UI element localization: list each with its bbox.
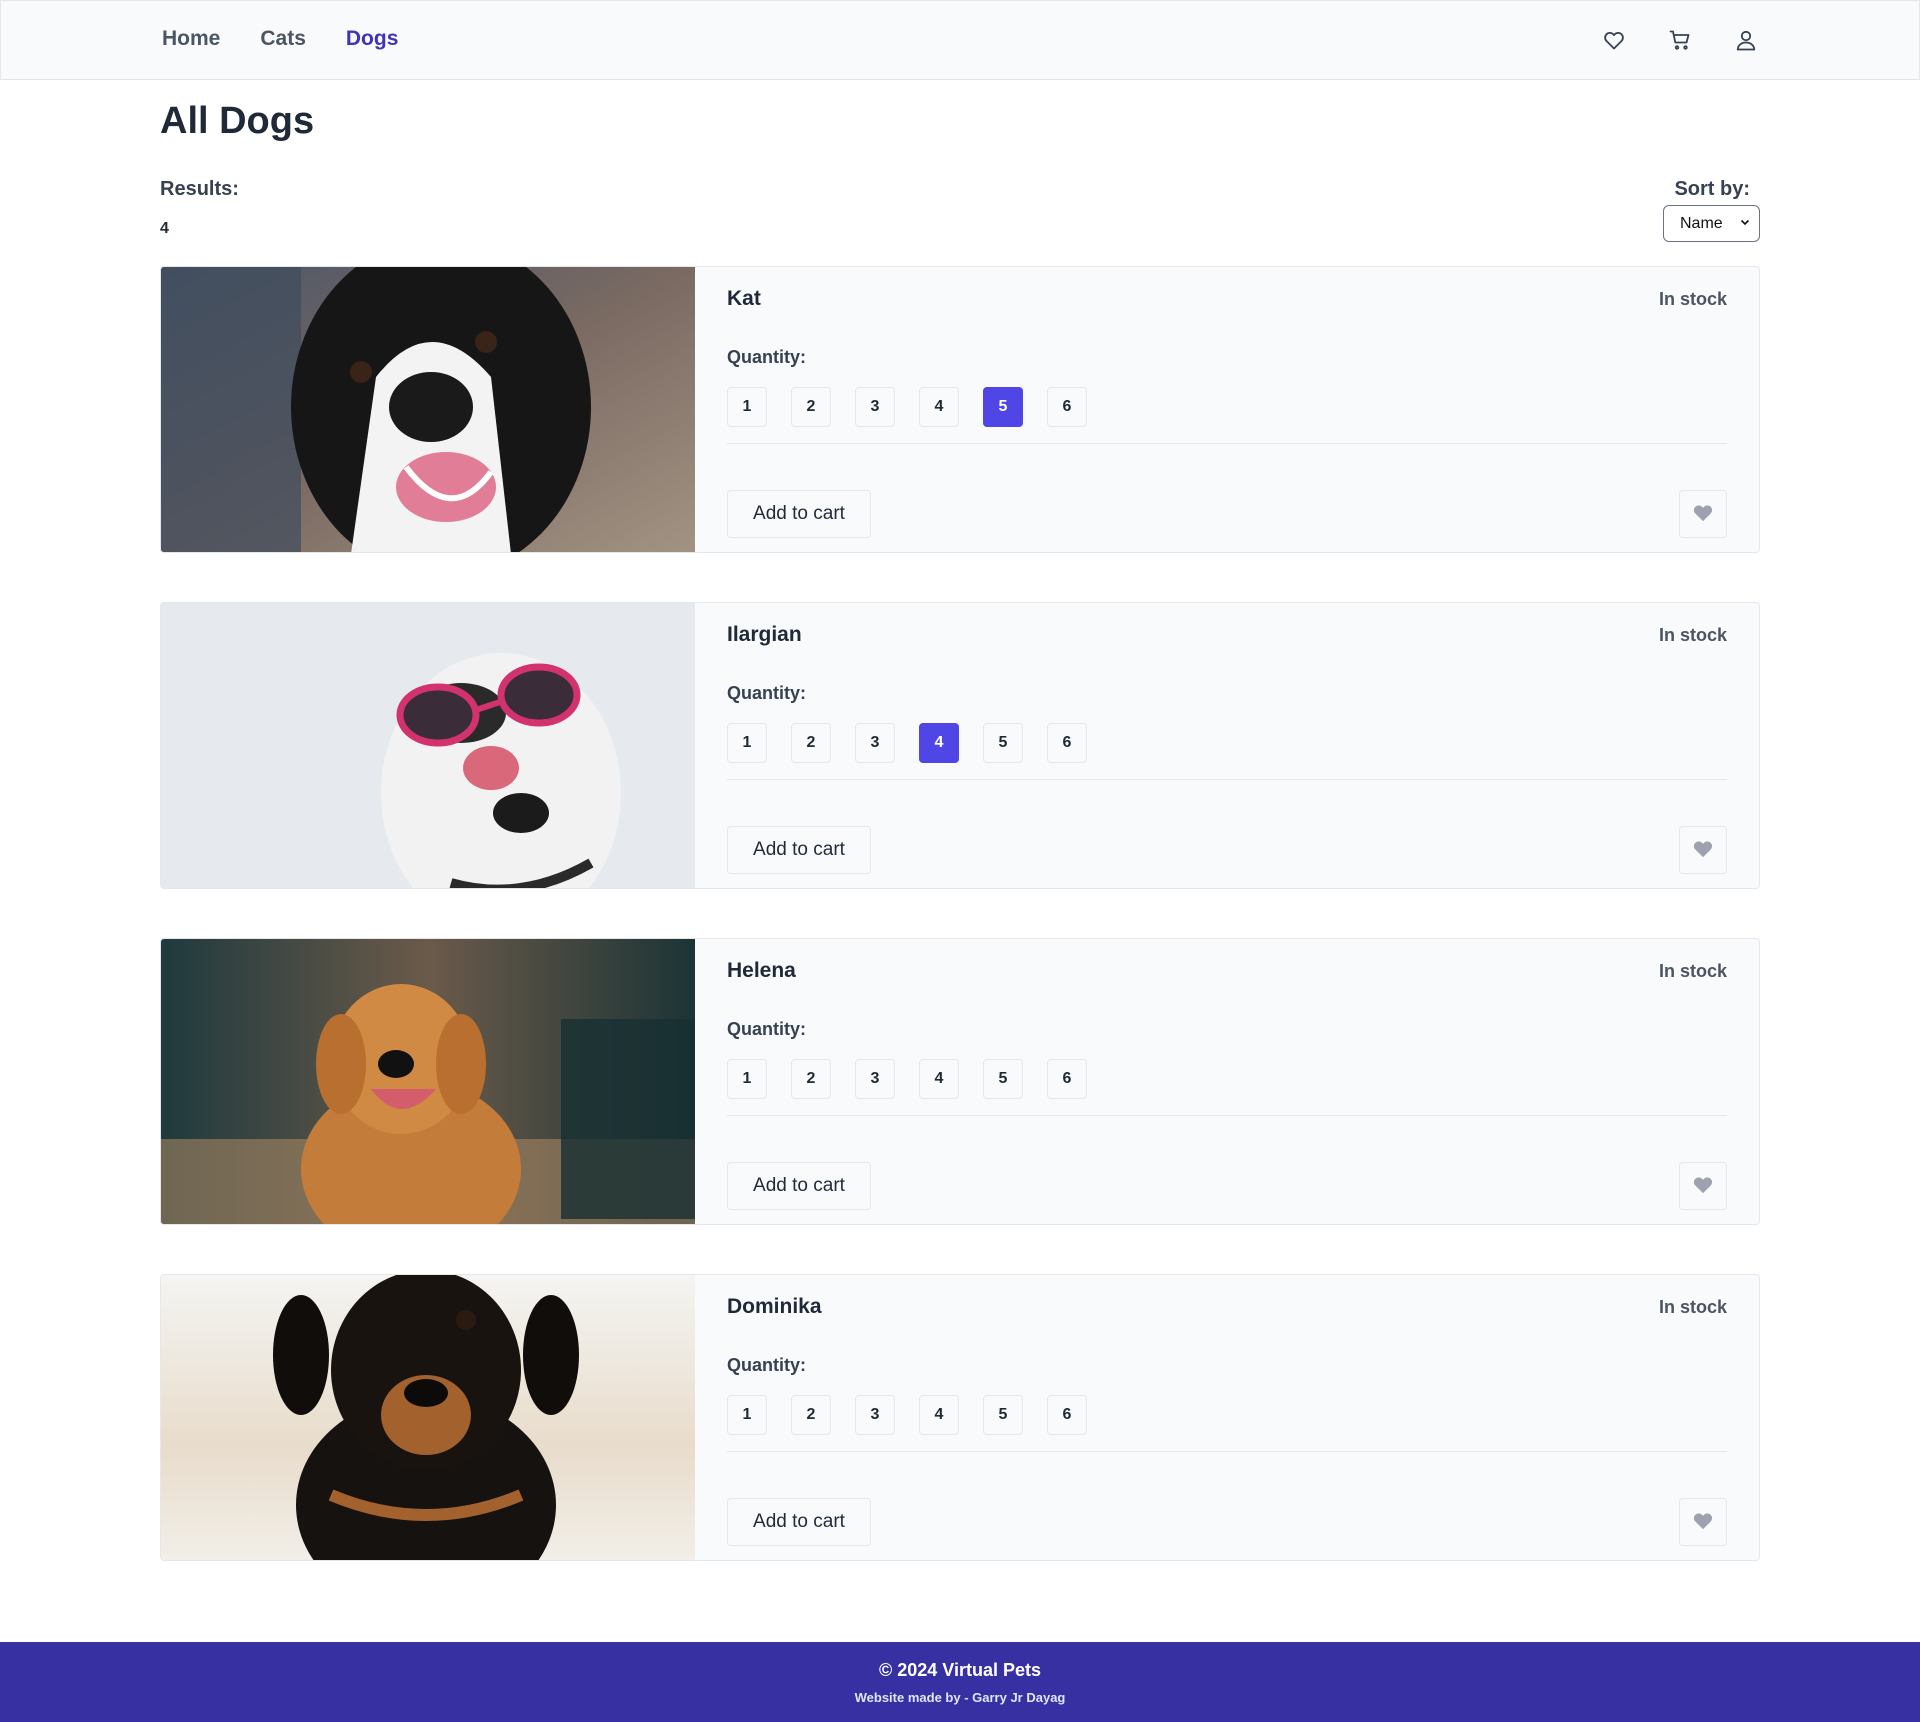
stock-status: In stock xyxy=(1658,289,1727,309)
pet-name: Kat xyxy=(727,287,761,310)
pet-image xyxy=(161,603,695,888)
top-navbar: Home Cats Dogs xyxy=(0,0,1920,80)
heart-filled-icon xyxy=(1692,838,1714,863)
cart-icon[interactable] xyxy=(1665,25,1695,55)
quantity-options: 1 2 3 4 5 6 xyxy=(727,723,1087,763)
pet-card-body: Kat In stock Quantity: 1 2 3 4 5 6 Add t… xyxy=(695,267,1759,552)
quantity-option[interactable]: 1 xyxy=(727,1395,767,1435)
pet-card: Helena In stock Quantity: 1 2 3 4 5 6 Ad… xyxy=(160,938,1760,1225)
nav-link-home[interactable]: Home xyxy=(162,27,220,51)
pet-name: Ilargian xyxy=(727,623,802,646)
sort-label: Sort by: xyxy=(1674,178,1750,200)
quantity-options: 1 2 3 4 5 6 xyxy=(727,1059,1087,1099)
nav-links: Home Cats Dogs xyxy=(162,27,398,51)
quantity-option[interactable]: 2 xyxy=(791,387,831,427)
quantity-option-selected[interactable]: 5 xyxy=(983,387,1023,427)
heart-icon[interactable] xyxy=(1599,25,1629,55)
quantity-option[interactable]: 3 xyxy=(855,1059,895,1099)
add-to-cart-button[interactable]: Add to cart xyxy=(727,1498,871,1546)
quantity-option[interactable]: 6 xyxy=(1047,387,1087,427)
divider xyxy=(727,1451,1727,1452)
quantity-label: Quantity: xyxy=(727,347,806,367)
nav-link-dogs[interactable]: Dogs xyxy=(346,27,399,51)
user-icon[interactable] xyxy=(1731,25,1761,55)
nav-icons xyxy=(1599,25,1761,55)
pet-image xyxy=(161,939,695,1224)
quantity-option[interactable]: 6 xyxy=(1047,1059,1087,1099)
page-title: All Dogs xyxy=(160,100,315,142)
divider xyxy=(727,443,1727,444)
quantity-option[interactable]: 4 xyxy=(919,387,959,427)
divider xyxy=(727,1115,1727,1116)
footer: © 2024 Virtual Pets Website made by - Ga… xyxy=(0,1642,1920,1722)
results-label: Results: xyxy=(160,178,239,200)
pet-card-body: Helena In stock Quantity: 1 2 3 4 5 6 Ad… xyxy=(695,939,1759,1224)
quantity-option[interactable]: 3 xyxy=(855,723,895,763)
nav-link-cats[interactable]: Cats xyxy=(260,27,306,51)
add-to-cart-button[interactable]: Add to cart xyxy=(727,826,871,874)
pet-image xyxy=(161,267,695,552)
quantity-option[interactable]: 1 xyxy=(727,1059,767,1099)
pet-name: Helena xyxy=(727,959,796,982)
favorite-button[interactable] xyxy=(1679,1162,1727,1210)
sort-selected-value: Name xyxy=(1680,214,1723,232)
quantity-options: 1 2 3 4 5 6 xyxy=(727,387,1087,427)
stock-status: In stock xyxy=(1658,961,1727,981)
stock-status: In stock xyxy=(1658,625,1727,645)
quantity-option[interactable]: 3 xyxy=(855,387,895,427)
pet-card-body: Dominika In stock Quantity: 1 2 3 4 5 6 … xyxy=(695,1275,1759,1560)
quantity-option[interactable]: 6 xyxy=(1047,1395,1087,1435)
pet-name: Dominika xyxy=(727,1295,822,1318)
quantity-option[interactable]: 4 xyxy=(919,1059,959,1099)
quantity-option[interactable]: 5 xyxy=(983,723,1023,763)
quantity-option[interactable]: 6 xyxy=(1047,723,1087,763)
pet-card: Kat In stock Quantity: 1 2 3 4 5 6 Add t… xyxy=(160,266,1760,553)
quantity-options: 1 2 3 4 5 6 xyxy=(727,1395,1087,1435)
favorite-button[interactable] xyxy=(1679,826,1727,874)
quantity-option-selected[interactable]: 4 xyxy=(919,723,959,763)
quantity-label: Quantity: xyxy=(727,1355,806,1375)
heart-filled-icon xyxy=(1692,1174,1714,1199)
heart-filled-icon xyxy=(1692,502,1714,527)
favorite-button[interactable] xyxy=(1679,490,1727,538)
quantity-label: Quantity: xyxy=(727,1019,806,1039)
divider xyxy=(727,779,1727,780)
stock-status: In stock xyxy=(1658,1297,1727,1317)
quantity-option[interactable]: 3 xyxy=(855,1395,895,1435)
pet-image xyxy=(161,1275,695,1560)
quantity-option[interactable]: 4 xyxy=(919,1395,959,1435)
quantity-option[interactable]: 5 xyxy=(983,1395,1023,1435)
quantity-option[interactable]: 2 xyxy=(791,1395,831,1435)
quantity-option[interactable]: 1 xyxy=(727,387,767,427)
pet-card: Dominika In stock Quantity: 1 2 3 4 5 6 … xyxy=(160,1274,1760,1561)
quantity-option[interactable]: 2 xyxy=(791,723,831,763)
pet-card: Ilargian In stock Quantity: 1 2 3 4 5 6 … xyxy=(160,602,1760,889)
quantity-label: Quantity: xyxy=(727,683,806,703)
sort-select[interactable]: Name xyxy=(1663,205,1760,242)
heart-filled-icon xyxy=(1692,1510,1714,1535)
chevron-down-icon xyxy=(1739,215,1751,233)
quantity-option[interactable]: 5 xyxy=(983,1059,1023,1099)
results-count: 4 xyxy=(160,220,169,237)
add-to-cart-button[interactable]: Add to cart xyxy=(727,490,871,538)
quantity-option[interactable]: 2 xyxy=(791,1059,831,1099)
pet-card-body: Ilargian In stock Quantity: 1 2 3 4 5 6 … xyxy=(695,603,1759,888)
footer-credit: Website made by - Garry Jr Dayag xyxy=(854,1690,1066,1705)
add-to-cart-button[interactable]: Add to cart xyxy=(727,1162,871,1210)
quantity-option[interactable]: 1 xyxy=(727,723,767,763)
favorite-button[interactable] xyxy=(1679,1498,1727,1546)
footer-copyright: © 2024 Virtual Pets xyxy=(878,1660,1042,1680)
